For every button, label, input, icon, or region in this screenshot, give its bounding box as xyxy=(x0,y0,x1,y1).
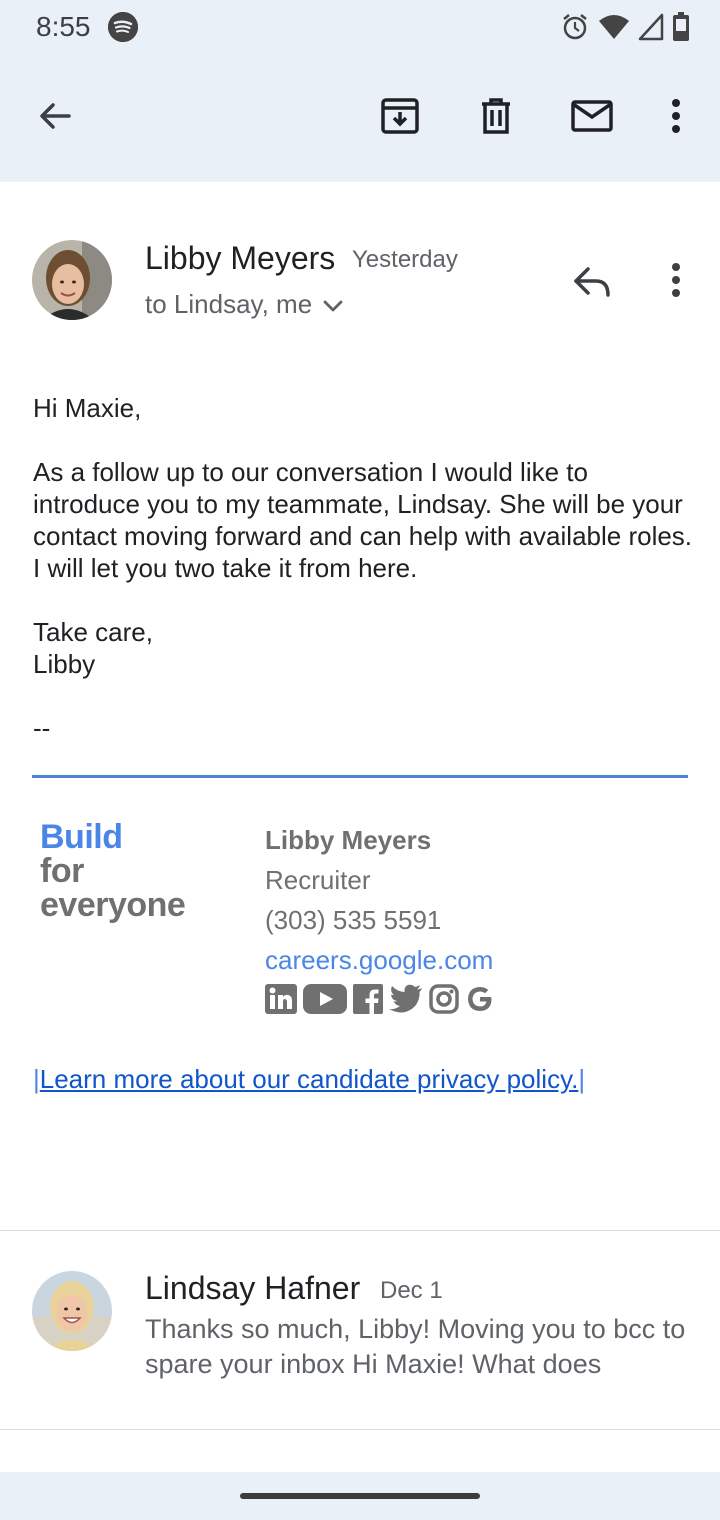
body-closing-2: Libby xyxy=(33,649,96,679)
battery-icon xyxy=(672,12,690,47)
back-arrow-icon[interactable] xyxy=(27,88,83,144)
message-date: Yesterday xyxy=(352,246,458,273)
social-icons xyxy=(265,984,495,1019)
sender-avatar[interactable] xyxy=(32,240,112,320)
body-greeting: Hi Maxie, xyxy=(33,393,142,423)
signature-divider xyxy=(32,775,688,778)
spotify-icon xyxy=(108,12,138,42)
thread-divider-bottom xyxy=(0,1429,720,1430)
privacy-policy-link[interactable]: Learn more about our candidate privacy p… xyxy=(40,1064,579,1094)
instagram-icon[interactable] xyxy=(429,984,459,1019)
top-app-bar xyxy=(0,52,720,182)
cell-signal-icon xyxy=(638,13,664,46)
archive-icon[interactable] xyxy=(372,88,428,144)
signature-info: Libby Meyers Recruiter (303) 535 5591 ca… xyxy=(265,820,493,980)
signature-website-link[interactable]: careers.google.com xyxy=(265,940,493,980)
chevron-down-icon xyxy=(322,289,344,320)
sender-name[interactable]: Libby Meyers xyxy=(145,240,335,277)
body-separator: -- xyxy=(33,713,51,743)
delete-icon[interactable] xyxy=(468,88,524,144)
twitter-icon[interactable] xyxy=(389,984,423,1019)
message-more-icon[interactable] xyxy=(648,252,704,308)
privacy-bar-right: | xyxy=(578,1064,586,1094)
thread-sender-avatar[interactable] xyxy=(32,1271,112,1351)
body-paragraph: As a follow up to our conversation I wou… xyxy=(33,457,693,583)
message-body: Hi Maxie, As a follow up to our conversa… xyxy=(33,392,693,744)
privacy-policy-row: |Learn more about our candidate privacy … xyxy=(33,1064,585,1095)
status-time: 8:55 xyxy=(36,11,91,42)
body-closing-1: Take care, xyxy=(33,617,153,647)
thread-date: Dec 1 xyxy=(380,1277,443,1304)
signature-logo: Build for everyone xyxy=(40,818,186,924)
logo-line-3: everyone xyxy=(40,886,186,924)
thread-sender-name: Lindsay Hafner xyxy=(145,1270,361,1306)
reply-icon[interactable] xyxy=(564,254,620,310)
alarm-icon xyxy=(560,12,590,47)
recipients-text: to Lindsay, me xyxy=(145,289,313,319)
status-icons xyxy=(560,12,690,47)
thread-divider-top xyxy=(0,1230,720,1231)
signature-title: Recruiter xyxy=(265,865,371,895)
home-gesture-handle[interactable] xyxy=(240,1493,480,1499)
recipients-toggle[interactable]: to Lindsay, me xyxy=(145,289,344,320)
logo-line-1: Build xyxy=(40,818,123,856)
facebook-icon[interactable] xyxy=(353,984,383,1019)
status-bar: 8:55 xyxy=(0,0,720,52)
mark-unread-icon[interactable] xyxy=(564,88,620,144)
youtube-icon[interactable] xyxy=(303,984,347,1019)
thread-snippet: Thanks so much, Libby! Moving you to bcc… xyxy=(145,1314,686,1379)
wifi-icon xyxy=(598,13,630,46)
google-icon[interactable] xyxy=(465,984,495,1019)
signature-name: Libby Meyers xyxy=(265,825,432,855)
privacy-bar-left: | xyxy=(33,1064,40,1094)
linkedin-icon[interactable] xyxy=(265,984,297,1019)
more-vert-icon[interactable] xyxy=(648,88,704,144)
logo-line-2: for xyxy=(40,852,84,890)
signature-phone[interactable]: (303) 535 5591 xyxy=(265,900,493,940)
